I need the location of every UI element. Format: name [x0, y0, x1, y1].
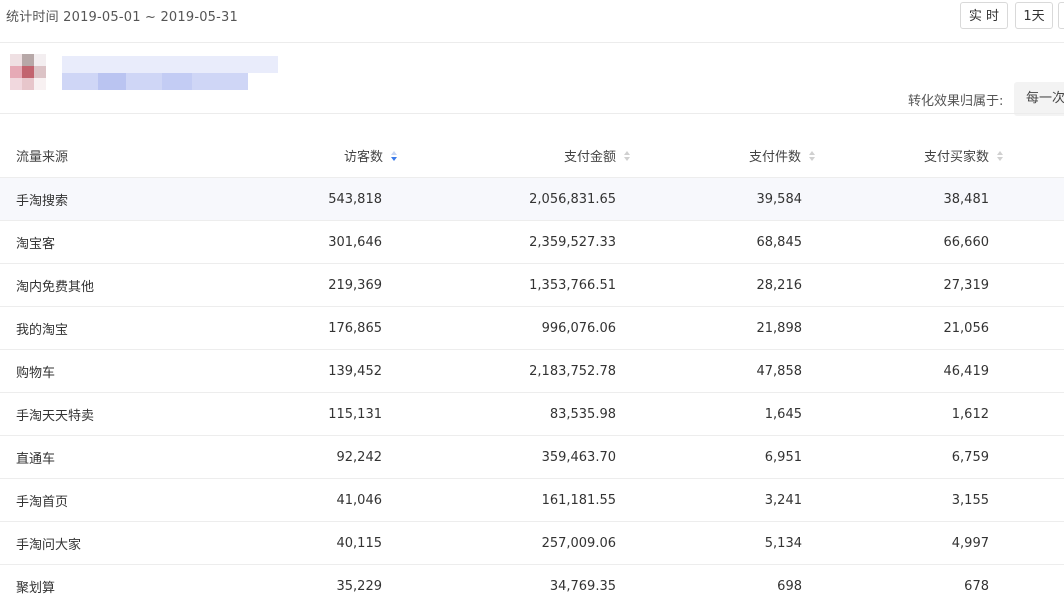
cell-pay-buyers: 66,660 [943, 234, 990, 250]
cell-source: 淘宝客 [16, 236, 56, 252]
cell-source: 淘内免费其他 [16, 279, 95, 295]
sort-desc-icon[interactable] [391, 150, 398, 161]
cell-visitors: 139,452 [328, 363, 382, 379]
cell-visitors: 176,865 [328, 320, 382, 336]
cell-visitors: 301,646 [328, 234, 382, 250]
cell-pay-amount: 257,009.06 [541, 535, 616, 551]
table-row[interactable]: 淘内免费其他 219,369 1,353,766.51 28,216 27,31… [0, 263, 1064, 306]
cell-source: 我的淘宝 [16, 322, 69, 338]
sort-icon[interactable] [997, 150, 1004, 161]
cell-pay-buyers: 27,319 [943, 277, 990, 293]
cell-source: 手淘问大家 [16, 537, 82, 553]
one-day-button[interactable]: 1天 [1015, 2, 1053, 29]
header-pay-items-label: 支付件数 [748, 150, 801, 165]
cell-visitors: 40,115 [336, 535, 383, 551]
table-row[interactable]: 手淘首页 41,046 161,181.55 3,241 3,155 [0, 478, 1064, 521]
cell-pay-items: 68,845 [756, 234, 803, 250]
cell-source: 聚划算 [16, 580, 56, 596]
cell-pay-buyers: 678 [964, 578, 989, 594]
shop-name-blurred [62, 56, 278, 90]
cell-source: 手淘首页 [16, 494, 69, 510]
cell-pay-amount: 2,056,831.65 [529, 191, 616, 207]
traffic-source-table: 流量来源 访客数 支付金额 支付件数 支付买家数 手淘搜索 543,818 2,… [0, 134, 1064, 607]
cell-pay-buyers: 21,056 [943, 320, 990, 336]
cell-pay-items: 3,241 [764, 492, 802, 508]
cell-source: 手淘天天特卖 [16, 408, 95, 424]
cell-source: 手淘搜索 [16, 193, 69, 209]
cell-visitors: 543,818 [328, 191, 382, 207]
cell-pay-items: 698 [777, 578, 802, 594]
cell-pay-amount: 161,181.55 [541, 492, 616, 508]
cell-pay-buyers: 6,759 [951, 449, 989, 465]
cell-pay-buyers: 4,997 [951, 535, 989, 551]
cell-pay-items: 39,584 [756, 191, 803, 207]
cell-pay-items: 6,951 [764, 449, 802, 465]
cell-pay-amount: 359,463.70 [541, 449, 616, 465]
table-row[interactable]: 手淘天天特卖 115,131 83,535.98 1,645 1,612 [0, 392, 1064, 435]
top-bar: 统计时间 2019-05-01 ~ 2019-05-31 实 时 1天 [0, 0, 1064, 43]
cell-pay-buyers: 3,155 [951, 492, 989, 508]
shop-avatar [10, 54, 48, 92]
sort-icon[interactable] [624, 150, 631, 161]
header-pay-items[interactable]: 支付件数 [749, 134, 816, 177]
cell-pay-items: 47,858 [756, 363, 803, 379]
cell-visitors: 41,046 [336, 492, 383, 508]
attribution-label: 转化效果归属于: [908, 94, 1004, 109]
cell-pay-items: 28,216 [756, 277, 803, 293]
header-pay-amount-label: 支付金额 [563, 150, 616, 165]
table-row[interactable]: 淘宝客 301,646 2,359,527.33 68,845 66,660 [0, 220, 1064, 263]
table-row[interactable]: 手淘搜索 543,818 2,056,831.65 39,584 38,481 [0, 177, 1064, 220]
header-visitors-label: 访客数 [343, 150, 383, 165]
cell-visitors: 219,369 [328, 277, 382, 293]
cell-pay-amount: 2,359,527.33 [529, 234, 616, 250]
cell-pay-amount: 996,076.06 [541, 320, 616, 336]
header-visitors[interactable]: 访客数 [344, 134, 398, 177]
cell-visitors: 115,131 [328, 406, 382, 422]
table-row[interactable]: 我的淘宝 176,865 996,076.06 21,898 21,056 [0, 306, 1064, 349]
cell-pay-items: 21,898 [756, 320, 803, 336]
cell-pay-amount: 2,183,752.78 [529, 363, 616, 379]
realtime-button[interactable]: 实 时 [960, 2, 1008, 29]
divider [0, 113, 1064, 114]
header-pay-buyers-label: 支付买家数 [923, 150, 989, 165]
header-pay-amount[interactable]: 支付金额 [564, 134, 631, 177]
cell-pay-amount: 1,353,766.51 [529, 277, 616, 293]
table-row[interactable]: 直通车 92,242 359,463.70 6,951 6,759 [0, 435, 1064, 478]
header-source: 流量来源 [16, 150, 69, 165]
table-header: 流量来源 访客数 支付金额 支付件数 支付买家数 [0, 134, 1064, 177]
table-row[interactable]: 手淘问大家 40,115 257,009.06 5,134 4,997 [0, 521, 1064, 564]
header-pay-buyers[interactable]: 支付买家数 [924, 134, 1004, 177]
cell-source: 直通车 [16, 451, 56, 467]
cell-visitors: 92,242 [336, 449, 383, 465]
cell-pay-amount: 34,769.35 [549, 578, 616, 594]
stat-time-range: 统计时间 2019-05-01 ~ 2019-05-31 [6, 10, 238, 25]
cell-pay-items: 5,134 [764, 535, 802, 551]
attribution-select[interactable]: 每一次 [1014, 82, 1064, 116]
cell-visitors: 35,229 [336, 578, 383, 594]
cell-pay-amount: 83,535.98 [549, 406, 616, 422]
sort-icon[interactable] [809, 150, 816, 161]
cell-pay-buyers: 1,612 [951, 406, 989, 422]
cell-source: 购物车 [16, 365, 56, 381]
cell-pay-buyers: 46,419 [943, 363, 990, 379]
cell-pay-buyers: 38,481 [943, 191, 990, 207]
period-button-cut[interactable] [1058, 2, 1064, 29]
table-row[interactable]: 聚划算 35,229 34,769.35 698 678 [0, 564, 1064, 607]
table-row[interactable]: 购物车 139,452 2,183,752.78 47,858 46,419 [0, 349, 1064, 392]
cell-pay-items: 1,645 [764, 406, 802, 422]
